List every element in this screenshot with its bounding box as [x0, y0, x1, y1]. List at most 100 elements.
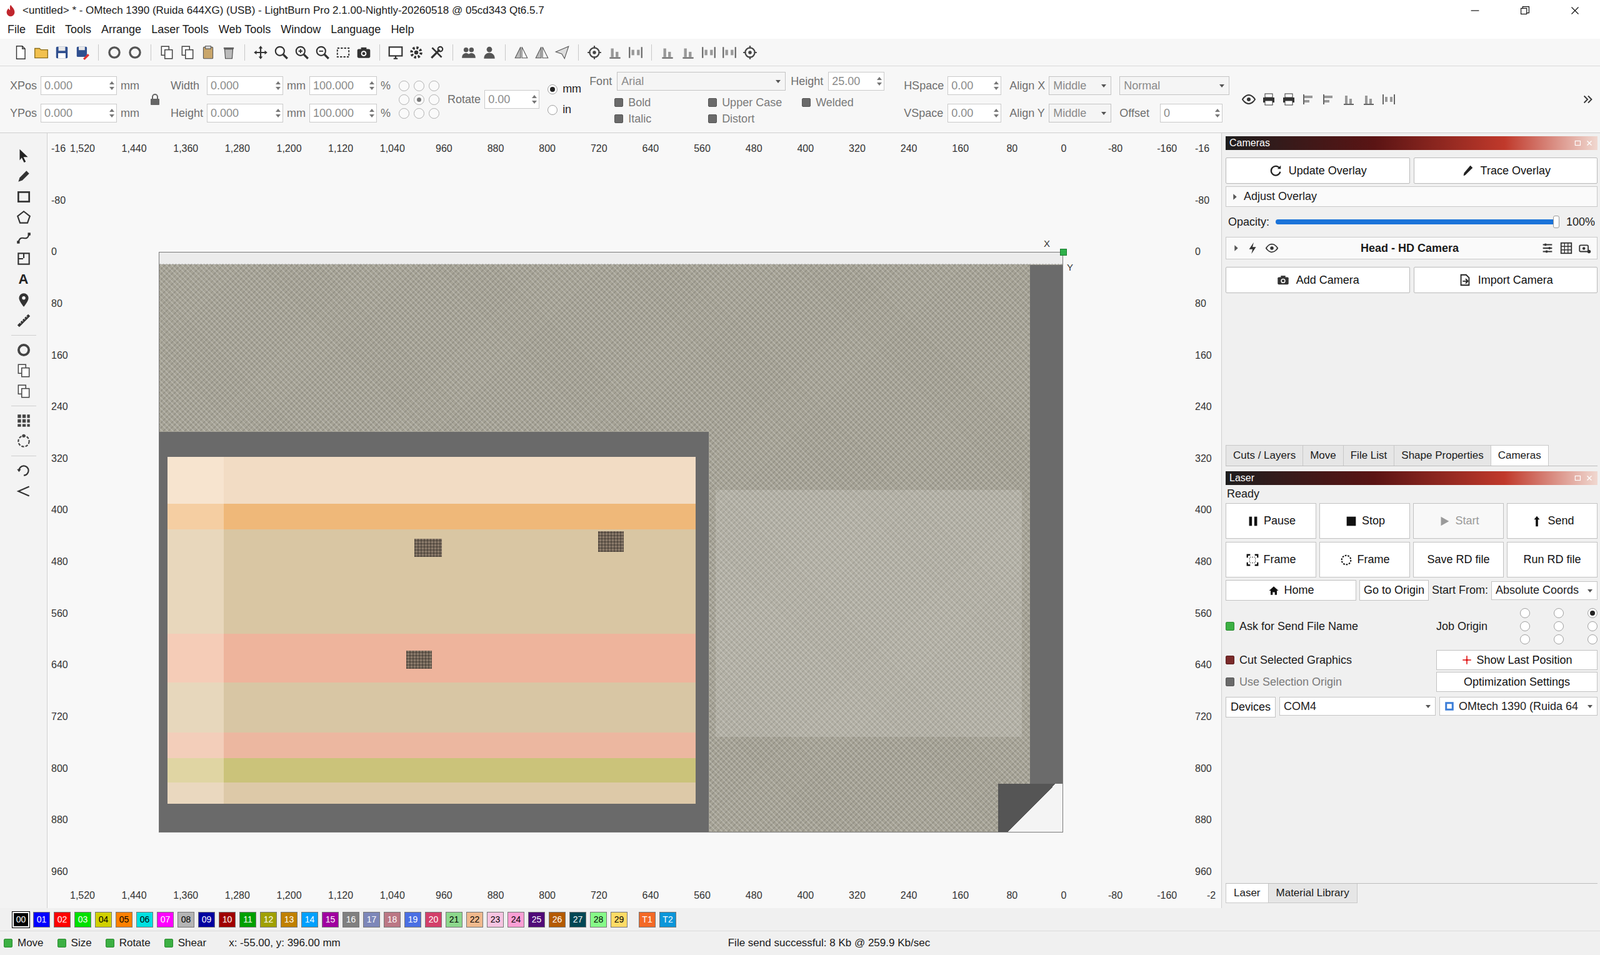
spin-down-icon[interactable]: [992, 85, 1000, 92]
spin-buttons[interactable]: [875, 75, 884, 88]
laser-button[interactable]: Start: [1413, 503, 1504, 539]
anchor-point[interactable]: [413, 94, 425, 105]
distribute-icon[interactable]: [627, 44, 644, 61]
checkbox[interactable]: Use Selection Origin: [1225, 675, 1433, 689]
camera-options-icon[interactable]: [1578, 241, 1592, 255]
layer-color-chip[interactable]: 21: [445, 911, 463, 928]
circular-array-icon[interactable]: [15, 433, 32, 450]
settings-icon[interactable]: [408, 44, 425, 61]
checkbox-indicator[interactable]: [3, 938, 13, 948]
spin-buttons[interactable]: [367, 106, 377, 120]
slider-track[interactable]: [1275, 219, 1557, 225]
boolean-icon[interactable]: [15, 383, 32, 400]
checkbox[interactable]: Italic: [614, 112, 709, 126]
close-panel-icon[interactable]: [1585, 473, 1594, 483]
layer-color-chip[interactable]: 19: [404, 911, 422, 928]
layer-color-chip[interactable]: 16: [342, 911, 360, 928]
checkbox-indicator[interactable]: [1225, 677, 1235, 687]
spin-up-icon[interactable]: [108, 79, 116, 86]
percent-field[interactable]: 100.000: [309, 103, 377, 123]
number-field[interactable]: 25.00: [828, 71, 885, 91]
text-tool-icon[interactable]: A: [15, 271, 32, 288]
save-icon[interactable]: [53, 44, 70, 61]
layer-color-chip[interactable]: 06: [136, 911, 154, 928]
zoom-selection-icon[interactable]: [335, 44, 352, 61]
dropdown-arrow-icon[interactable]: [1099, 81, 1109, 90]
spin-buttons[interactable]: [107, 106, 117, 120]
duplicate-icon[interactable]: [179, 44, 196, 61]
anchor-point[interactable]: [398, 80, 410, 92]
add-camera-button[interactable]: Add Camera: [1225, 266, 1410, 294]
spin-up-icon[interactable]: [530, 93, 539, 100]
open-file-icon[interactable]: [33, 44, 50, 61]
layer-color-chip[interactable]: 14: [301, 911, 319, 928]
anchor-point[interactable]: [428, 94, 440, 105]
layer-color-chip[interactable]: 13: [280, 911, 298, 928]
float-icon[interactable]: [1573, 138, 1583, 148]
anchor-point[interactable]: [428, 108, 440, 119]
checkbox-indicator[interactable]: [1225, 621, 1235, 631]
number-field[interactable]: 0.00: [947, 76, 1002, 95]
spin-down-icon[interactable]: [1213, 113, 1222, 120]
menu-item[interactable]: Tools: [60, 21, 97, 38]
visibility-icon[interactable]: [1265, 241, 1279, 255]
laser-button[interactable]: Frame: [1225, 541, 1317, 578]
distribute-h-icon[interactable]: [700, 44, 717, 61]
number-field[interactable]: 0.000: [40, 76, 117, 95]
dock-tab[interactable]: Cameras: [1490, 445, 1549, 466]
distribute-icon[interactable]: [1381, 91, 1397, 107]
select-icon[interactable]: [15, 147, 32, 164]
trace-overlay-button[interactable]: Trace Overlay: [1413, 157, 1599, 184]
menu-item[interactable]: Laser Tools: [146, 21, 214, 38]
menu-item[interactable]: Help: [385, 21, 419, 38]
close-panel-icon[interactable]: [1585, 138, 1594, 148]
layer-color-chip[interactable]: 20: [425, 911, 442, 928]
print-cut-icon[interactable]: [1281, 91, 1297, 107]
menu-item[interactable]: Language: [325, 21, 386, 38]
measure-icon[interactable]: [15, 312, 32, 329]
spin-down-icon[interactable]: [368, 85, 376, 92]
dropdown-arrow-icon[interactable]: [1217, 81, 1227, 90]
camera-capture-icon[interactable]: [355, 44, 372, 61]
number-field[interactable]: 0: [1160, 103, 1223, 123]
spin-buttons[interactable]: [107, 79, 117, 92]
checkbox[interactable]: Move: [3, 936, 44, 950]
job-origin-radio[interactable]: [1520, 608, 1530, 619]
checkbox-indicator[interactable]: [708, 114, 717, 124]
checkbox[interactable]: Rotate: [105, 936, 151, 950]
spin-up-icon[interactable]: [1213, 106, 1222, 114]
redo-icon[interactable]: [126, 44, 144, 61]
close-icon[interactable]: [1568, 3, 1582, 18]
number-field[interactable]: 0.000: [206, 76, 284, 95]
checkbox-indicator[interactable]: [1225, 655, 1235, 665]
import-camera-button[interactable]: Import Camera: [1413, 266, 1599, 294]
anchor-point[interactable]: [398, 108, 410, 119]
menu-item[interactable]: File: [2, 21, 31, 38]
layer-color-chip[interactable]: 24: [507, 911, 525, 928]
preview-icon[interactable]: [1241, 91, 1257, 107]
dropdown-arrow-icon[interactable]: [1423, 701, 1433, 711]
align-left-icon[interactable]: [1301, 91, 1317, 107]
job-origin-radio[interactable]: [1587, 608, 1598, 619]
anchor-point[interactable]: [413, 108, 425, 119]
spin-buttons[interactable]: [530, 93, 539, 106]
move-together-icon[interactable]: [741, 44, 759, 61]
devices-button[interactable]: Devices: [1225, 696, 1276, 718]
copy-icon[interactable]: [158, 44, 175, 61]
camera-row[interactable]: Head - HD Camera: [1225, 236, 1598, 260]
design-canvas[interactable]: 1,5201,4401,3601,2801,2001,1201,04096088…: [46, 133, 1222, 909]
layer-color-chip[interactable]: 12: [260, 911, 277, 928]
camera-settings-icon[interactable]: [1540, 241, 1555, 255]
align-dropdown[interactable]: Middle: [1048, 76, 1112, 95]
job-origin-radio[interactable]: [1553, 621, 1564, 632]
number-field[interactable]: 0.000: [206, 103, 284, 123]
delete-icon[interactable]: [220, 44, 237, 61]
adjust-overlay-toggle[interactable]: Adjust Overlay: [1225, 186, 1598, 207]
checkbox-indicator[interactable]: [105, 938, 115, 948]
ungroup-icon[interactable]: [481, 44, 498, 61]
laser-button[interactable]: Save RD file: [1413, 541, 1504, 578]
polygon-icon[interactable]: [15, 209, 32, 226]
update-overlay-button[interactable]: Update Overlay: [1225, 157, 1410, 184]
spin-buttons[interactable]: [991, 106, 1001, 120]
pen-icon[interactable]: [15, 168, 32, 185]
